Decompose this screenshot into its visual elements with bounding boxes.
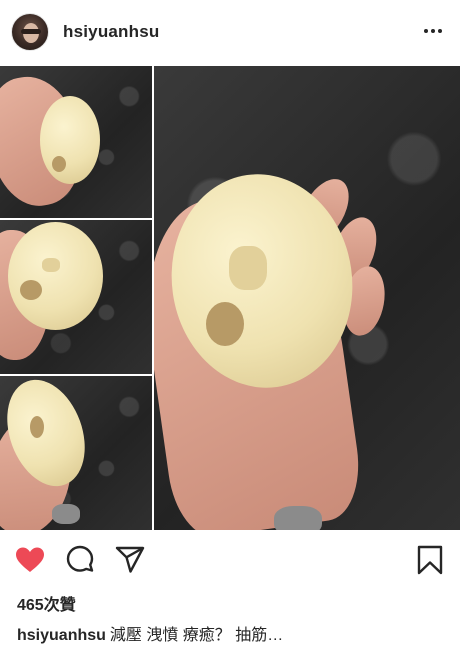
avatar[interactable] [11, 13, 49, 51]
heart-icon[interactable] [14, 544, 46, 576]
more-dot [431, 29, 435, 33]
more-dot [424, 29, 428, 33]
photo-tile-bottom-left [0, 376, 152, 530]
comment-icon[interactable] [64, 544, 96, 576]
caption-username[interactable]: hsiyuanhsu [17, 627, 106, 644]
toy-mouth [30, 416, 44, 438]
shoe [274, 506, 322, 530]
photo-tile-top-left [0, 66, 152, 218]
toy-mouth [206, 302, 244, 346]
photo-tile-middle-left [0, 220, 152, 374]
toy-nose [42, 258, 60, 272]
more-dot [438, 29, 442, 33]
toy-nose [229, 246, 267, 290]
heart-icon-svg [16, 547, 44, 572]
post-photo[interactable] [0, 66, 460, 530]
shoe [52, 504, 80, 524]
avatar-glasses [21, 29, 41, 34]
squishy-face-toy [8, 222, 103, 330]
comment-icon-svg [66, 545, 94, 572]
toy-mouth [52, 156, 66, 172]
photo-tile-large-right [154, 66, 460, 530]
squishy-face-toy [40, 96, 100, 184]
more-options-icon[interactable] [424, 18, 446, 42]
share-icon[interactable] [114, 544, 146, 576]
post-caption: hsiyuanhsu 減壓 洩憤 療癒？ 抽筋… [17, 621, 283, 645]
post-actions [0, 540, 460, 584]
share-icon-svg [115, 546, 145, 573]
toy-mouth [20, 280, 42, 300]
caption-text: 減壓 洩憤 療癒？ 抽筋… [109, 627, 284, 644]
post-username[interactable]: hsiyuanhsu [63, 22, 159, 42]
like-count[interactable]: 465次贊 [17, 591, 76, 615]
bookmark-icon-svg [417, 545, 443, 575]
bookmark-icon[interactable] [414, 544, 446, 576]
post-header: hsiyuanhsu [0, 0, 460, 64]
